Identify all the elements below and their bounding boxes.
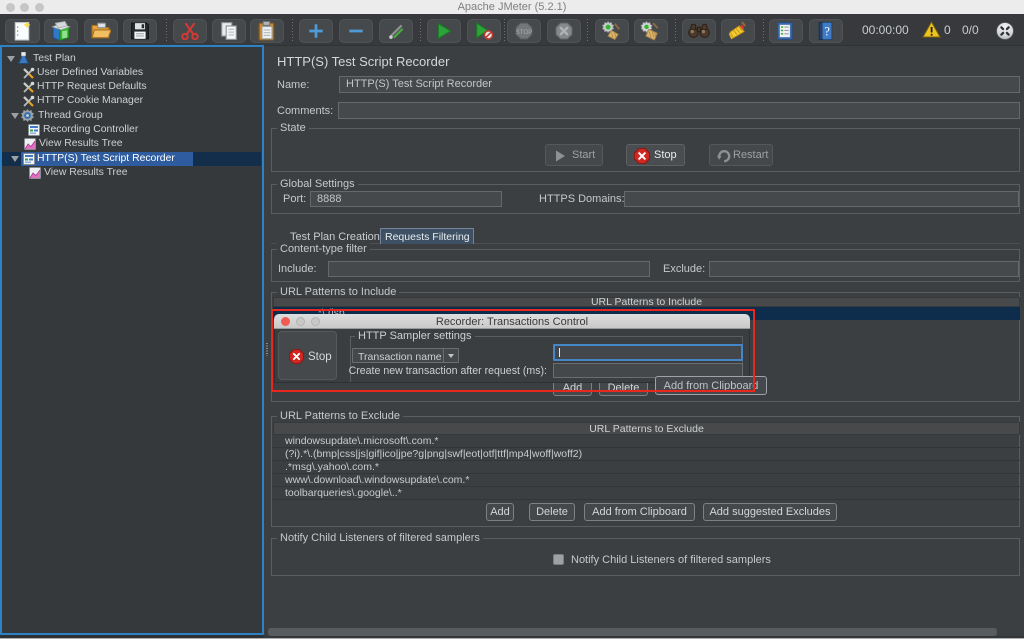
svg-text:?: ? [824,24,829,38]
svg-text:STOP: STOP [516,29,533,36]
